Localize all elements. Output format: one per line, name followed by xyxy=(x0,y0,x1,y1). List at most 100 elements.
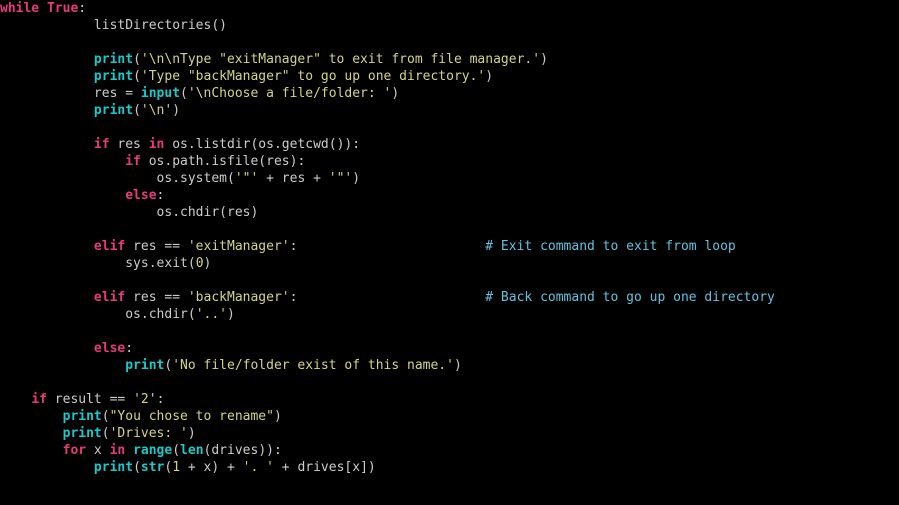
paren-token: ) xyxy=(204,256,212,271)
op-token: == xyxy=(164,290,180,305)
def-token: drives xyxy=(290,460,345,475)
code-line: elif res == 'backManager': # Back comman… xyxy=(0,290,775,305)
def-token: os.system xyxy=(157,171,227,186)
def-token xyxy=(180,460,188,475)
paren-token: ( xyxy=(188,256,196,271)
def-token xyxy=(180,290,188,305)
code-line: os.chdir(res) xyxy=(0,205,258,220)
def-token: x xyxy=(196,460,212,475)
def-token: res xyxy=(125,239,164,254)
str-token: '"' xyxy=(235,171,258,186)
code-line: os.chdir('..') xyxy=(0,307,235,322)
code-line: print('Type "backManager" to go up one d… xyxy=(0,69,493,84)
def-token xyxy=(321,171,329,186)
str-token: '\n\nType "exitManager" to exit from fil… xyxy=(141,52,540,67)
kw-token: if xyxy=(94,137,110,152)
def-token xyxy=(258,171,266,186)
paren-token: ( xyxy=(188,307,196,322)
def-token: os.getcwd xyxy=(258,137,328,152)
def-token xyxy=(125,443,133,458)
code-line: else: xyxy=(0,341,133,356)
str-token: '"' xyxy=(329,171,352,186)
def-token: res xyxy=(227,205,250,220)
str-token: 'Drives: ' xyxy=(110,426,188,441)
kw-token: for xyxy=(63,443,86,458)
str-token: 'No file/folder exist of this name.' xyxy=(172,358,454,373)
paren-token: ( xyxy=(180,86,188,101)
code-editor-viewport[interactable]: while True: listDirectories() print('\n\… xyxy=(0,0,899,476)
fn-token: print xyxy=(94,103,133,118)
kw-token: elif xyxy=(94,290,125,305)
code-line: print(str(1 + x) + '. ' + drives[x]) xyxy=(0,460,376,475)
code-line: else: xyxy=(0,188,164,203)
paren-token: ()) xyxy=(329,137,352,152)
fn-token: print xyxy=(94,69,133,84)
str-token: 'exitManager' xyxy=(188,239,290,254)
kw-token: else xyxy=(125,188,156,203)
def-token: os.chdir xyxy=(125,307,188,322)
code-line: elif res == 'exitManager': # Exit comman… xyxy=(0,239,736,254)
op-token: + xyxy=(266,171,274,186)
def-token: res xyxy=(266,154,289,169)
def-token: res xyxy=(94,86,125,101)
def-token: result xyxy=(47,392,110,407)
kw-token: while xyxy=(0,1,39,16)
paren-token: ]) xyxy=(360,460,376,475)
op-token: + xyxy=(313,171,321,186)
comment: # Exit command to exit from loop xyxy=(485,239,735,254)
op-token: + xyxy=(227,460,235,475)
paren-token: ) xyxy=(188,426,196,441)
def-token: os.listdir xyxy=(164,137,250,152)
def-token xyxy=(235,460,243,475)
kw-token: in xyxy=(110,443,126,458)
fn-token: input xyxy=(141,86,180,101)
op-token: == xyxy=(110,392,126,407)
fn-token: print xyxy=(63,409,102,424)
paren-token: ) xyxy=(250,205,258,220)
fn-token: len xyxy=(180,443,203,458)
code-line: while True: xyxy=(0,1,86,16)
paren-token: ) xyxy=(391,86,399,101)
code-line: print('\n\nType "exitManager" to exit fr… xyxy=(0,52,548,67)
paren-token: ( xyxy=(102,426,110,441)
def-token: : xyxy=(352,137,360,152)
paren-token: ) xyxy=(352,171,360,186)
def-token: drives xyxy=(211,443,258,458)
op-token: == xyxy=(164,239,180,254)
call-token: listDirectories xyxy=(94,18,211,33)
def-token: : xyxy=(78,1,86,16)
fn-token: print xyxy=(63,426,102,441)
paren-token: ( xyxy=(258,154,266,169)
def-token: res xyxy=(110,137,149,152)
code-line: print("You chose to rename") xyxy=(0,409,282,424)
paren-token: ( xyxy=(133,460,141,475)
paren-token: ( xyxy=(219,205,227,220)
fn-token: print xyxy=(94,52,133,67)
def-token: x xyxy=(352,460,360,475)
kw-token: else xyxy=(94,341,125,356)
str-token: '. ' xyxy=(243,460,274,475)
paren-token: ) xyxy=(540,52,548,67)
paren-token: ) xyxy=(454,358,462,373)
paren-token: )): xyxy=(258,443,281,458)
def-token: : xyxy=(157,188,165,203)
kw-token: elif xyxy=(94,239,125,254)
op-token: = xyxy=(125,86,133,101)
def-token: os.chdir xyxy=(157,205,220,220)
op-token: + xyxy=(282,460,290,475)
paren-token: ( xyxy=(172,443,180,458)
fn-token: print xyxy=(94,460,133,475)
def-token: res xyxy=(274,171,313,186)
def-token xyxy=(180,239,188,254)
str-token: 'backManager' xyxy=(188,290,290,305)
str-token: '\n' xyxy=(141,103,172,118)
def-token: : xyxy=(157,392,165,407)
paren-token: ) xyxy=(485,69,493,84)
def-token xyxy=(219,460,227,475)
comment: # Back command to go up one directory xyxy=(485,290,775,305)
def-token: sys.exit xyxy=(125,256,188,271)
code-line: listDirectories() xyxy=(0,18,227,33)
code-line: for x in range(len(drives)): xyxy=(0,443,282,458)
paren-token: ( xyxy=(133,69,141,84)
paren-token: ( xyxy=(102,409,110,424)
